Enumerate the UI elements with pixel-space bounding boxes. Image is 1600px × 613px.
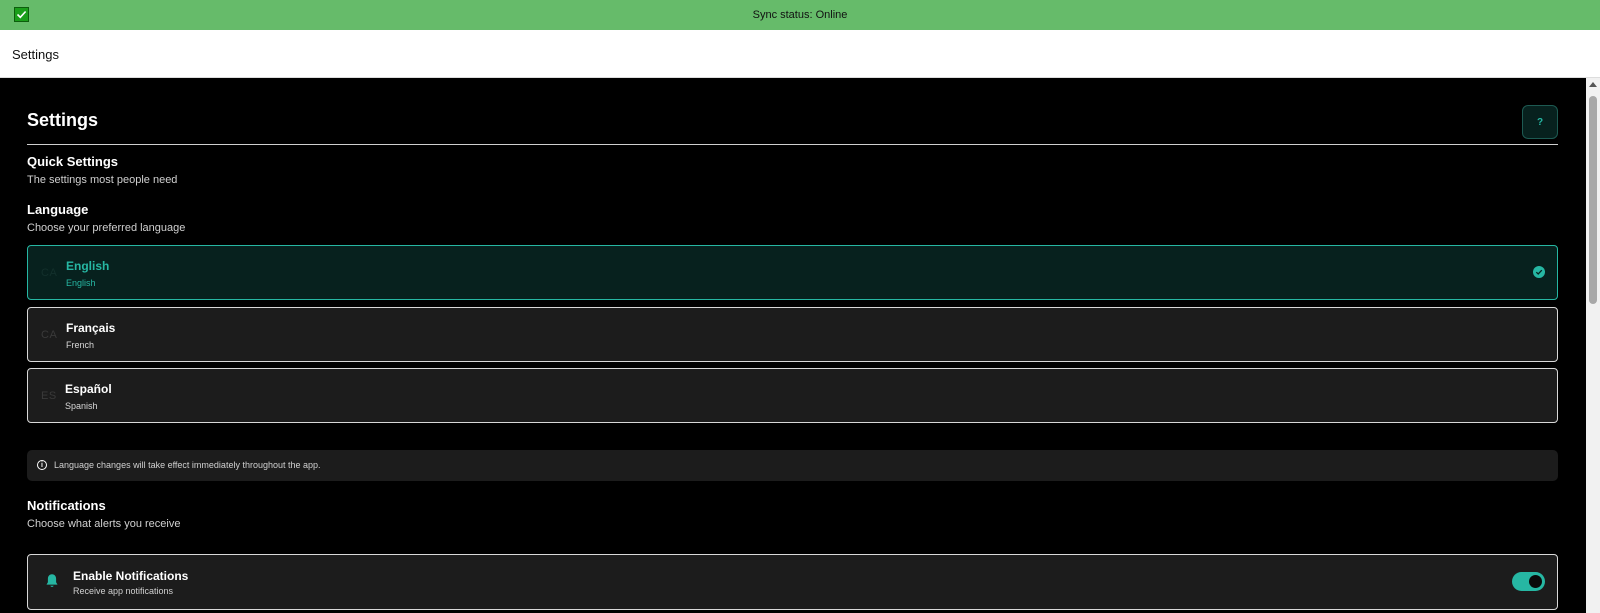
enable-notifications-title: Enable Notifications <box>73 569 189 583</box>
scrollbar-thumb[interactable] <box>1589 96 1597 304</box>
language-native-name: French <box>66 340 95 350</box>
notifications-subtitle: Choose what alerts you receive <box>27 518 181 530</box>
language-option-espanol[interactable]: ES Español Spanish <box>27 368 1558 423</box>
notifications-toggle[interactable] <box>1512 572 1545 591</box>
settings-content: Settings ? Quick Settings The settings m… <box>0 78 1586 613</box>
topbar-title: Settings <box>12 47 59 62</box>
help-button[interactable]: ? <box>1522 105 1558 139</box>
sync-status-text: Sync status: Online <box>752 9 848 21</box>
language-code: ES <box>41 390 57 402</box>
bell-icon <box>45 573 59 589</box>
sync-checkbox-icon[interactable] <box>14 7 29 22</box>
enable-notifications-card: Enable Notifications Receive app notific… <box>27 554 1558 610</box>
language-native-name: English <box>66 278 96 288</box>
vertical-scrollbar[interactable] <box>1586 78 1600 613</box>
title-divider <box>27 144 1558 145</box>
language-subtitle: Choose your preferred language <box>27 222 186 234</box>
language-info-text: Language changes will take effect immedi… <box>54 460 321 470</box>
scroll-up-arrow-icon[interactable] <box>1589 82 1597 87</box>
notifications-title: Notifications <box>27 498 106 513</box>
info-icon: i <box>37 460 47 470</box>
top-bar: Settings <box>0 30 1600 78</box>
language-title: Language <box>27 202 89 217</box>
language-info-box: i Language changes will take effect imme… <box>27 450 1558 481</box>
check-circle-icon <box>1533 266 1545 278</box>
language-code: CA <box>41 267 58 279</box>
language-native-name: Spanish <box>65 401 98 411</box>
language-option-francais[interactable]: CA Français French <box>27 307 1558 362</box>
page-title: Settings <box>27 110 99 130</box>
help-icon: ? <box>1536 116 1544 128</box>
language-name: Français <box>66 321 116 335</box>
language-name: English <box>66 259 110 273</box>
toggle-knob <box>1529 575 1542 588</box>
enable-notifications-subtitle: Receive app notifications <box>73 586 174 596</box>
language-code: CA <box>41 329 58 341</box>
sync-status-bar: Sync status: Online <box>0 0 1600 30</box>
quick-settings-subtitle: The settings most people need <box>27 174 178 186</box>
quick-settings-title: Quick Settings <box>27 154 119 169</box>
language-option-english[interactable]: CA English English <box>27 245 1558 300</box>
language-name: Español <box>65 382 112 396</box>
